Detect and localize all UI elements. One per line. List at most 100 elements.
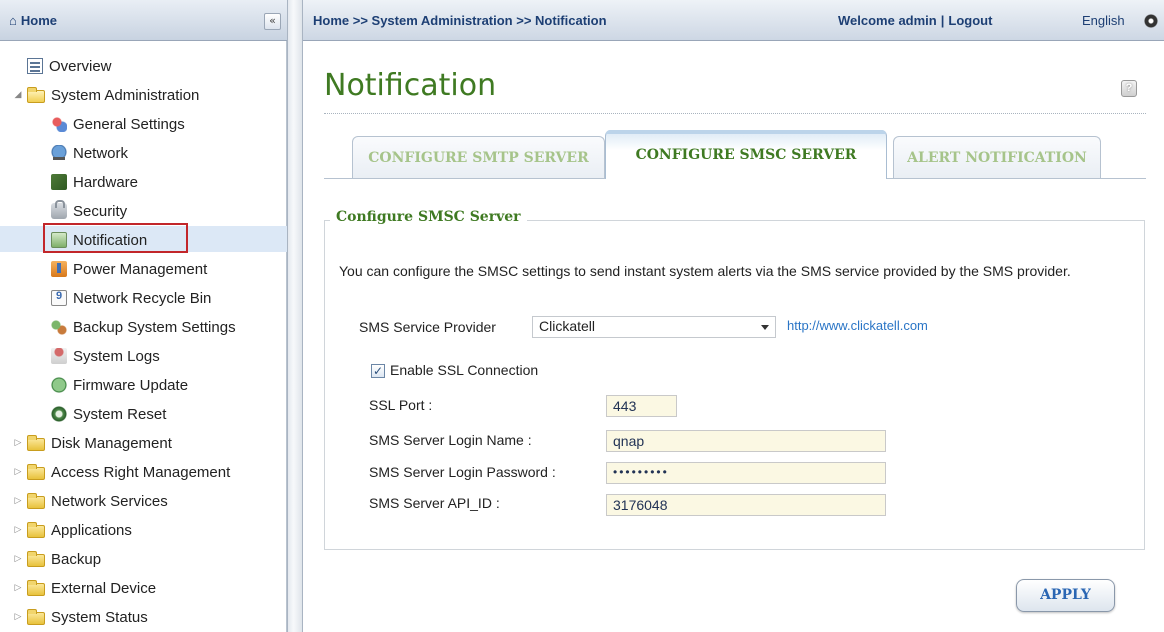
provider-selected-value: Clickatell — [539, 318, 596, 334]
folder-icon — [27, 521, 45, 538]
sidebar-item-system-administration[interactable]: System Administration — [27, 82, 199, 108]
sidebar-item-system-reset[interactable]: System Reset — [51, 401, 166, 427]
expand-arrow-icon[interactable]: ▷ — [13, 438, 23, 448]
form-description: You can configure the SMSC settings to s… — [339, 263, 1071, 279]
sidebar-header: ⌂ Home « — [0, 0, 287, 41]
sidebar-item-label: Applications — [51, 521, 132, 539]
sidebar-item-backup-system-settings[interactable]: Backup System Settings — [51, 314, 236, 340]
language-selector[interactable]: English — [1082, 13, 1125, 28]
expand-arrow-icon[interactable]: ▷ — [13, 525, 23, 535]
sidebar-item-network-recycle-bin[interactable]: Network Recycle Bin — [51, 285, 211, 311]
sidebar-item-label: Disk Management — [51, 434, 172, 452]
logout-link[interactable]: Logout — [948, 13, 992, 28]
sidebar-home-title[interactable]: ⌂ Home — [9, 13, 57, 28]
tab-baseline — [324, 178, 605, 179]
tab-configure-smtp-server[interactable]: CONFIGURE SMTP SERVER — [352, 136, 605, 179]
sidebar-item-label: System Status — [51, 608, 148, 626]
sidebar-item-security[interactable]: Security — [51, 198, 127, 224]
sidebar-item-label: Network Services — [51, 492, 168, 510]
sidebar-item-applications[interactable]: Applications — [27, 517, 132, 543]
sidebar-item-label: Access Right Management — [51, 463, 231, 481]
login-name-field[interactable]: qnap — [606, 430, 886, 452]
sidebar-item-label: General Settings — [73, 115, 185, 133]
folder-icon — [27, 550, 45, 567]
sidebar-item-hardware[interactable]: Hardware — [51, 169, 138, 195]
separator: | — [940, 13, 945, 28]
sidebar-item-overview[interactable]: Overview — [27, 53, 112, 79]
sidebar-item-label: Network — [73, 144, 129, 162]
ssl-port-field[interactable]: 443 — [606, 395, 677, 417]
sidebar-item-system-status[interactable]: System Status — [27, 604, 148, 630]
sidebar-item-label: Hardware — [73, 173, 139, 191]
sidebar-item-label: Overview — [49, 57, 112, 75]
sidebar-item-power-management[interactable]: Power Management — [51, 256, 207, 282]
sidebar: ⌂ Home « Overview ◢ System Administratio… — [0, 0, 287, 632]
reset-icon — [51, 406, 67, 422]
welcome-area: Welcome admin | Logout — [838, 13, 992, 28]
sidebar-item-label: Network Recycle Bin — [73, 289, 212, 307]
sidebar-item-network-services[interactable]: Network Services — [27, 488, 168, 514]
chevron-down-icon — [761, 325, 769, 330]
sidebar-item-label: Security — [73, 202, 128, 220]
provider-link[interactable]: http://www.clickatell.com — [787, 318, 928, 333]
api-id-field[interactable]: 3176048 — [606, 494, 886, 516]
apply-button[interactable]: APPLY — [1016, 579, 1115, 612]
api-id-label: SMS Server API_ID : — [369, 495, 500, 511]
expand-arrow-icon[interactable]: ▷ — [13, 612, 23, 622]
ssl-checkbox-label[interactable]: Enable SSL Connection — [390, 362, 538, 378]
sidebar-item-firmware-update[interactable]: Firmware Update — [51, 372, 188, 398]
notification-highlight-box — [43, 223, 188, 253]
tab-configure-smsc-server[interactable]: CONFIGURE SMSC SERVER — [605, 130, 887, 179]
general-settings-icon — [51, 116, 67, 132]
sidebar-item-system-logs[interactable]: System Logs — [51, 343, 160, 369]
hardware-icon — [51, 174, 67, 190]
folder-open-icon — [27, 86, 45, 103]
expand-arrow-icon[interactable]: ▷ — [13, 554, 23, 564]
expand-arrow-icon[interactable]: ▷ — [13, 496, 23, 506]
sidebar-item-general-settings[interactable]: General Settings — [51, 111, 185, 137]
power-icon — [51, 261, 67, 277]
sidebar-item-label: Backup — [51, 550, 102, 568]
sidebar-item-disk-management[interactable]: Disk Management — [27, 430, 172, 456]
sidebar-item-label: External Device — [51, 579, 157, 597]
sidebar-item-backup[interactable]: Backup — [27, 546, 101, 572]
sidebar-item-label: System Reset — [73, 405, 167, 423]
expand-arrow-icon[interactable]: ▷ — [13, 467, 23, 477]
panel-splitter[interactable] — [287, 0, 303, 632]
ssl-port-label: SSL Port : — [369, 397, 433, 413]
sms-provider-select[interactable]: Clickatell — [532, 316, 776, 338]
language-dropdown-icon[interactable] — [1144, 14, 1158, 28]
backup-settings-icon — [51, 319, 67, 335]
lock-icon — [51, 200, 67, 219]
enable-ssl-checkbox[interactable]: ✓ — [371, 364, 385, 378]
collapse-sidebar-button[interactable]: « — [264, 13, 281, 30]
sidebar-item-label: Backup System Settings — [73, 318, 236, 336]
sidebar-title-label: Home — [20, 13, 57, 28]
expand-arrow-icon[interactable]: ◢ — [13, 90, 23, 100]
top-bar: Home >> System Administration >> Notific… — [303, 0, 1164, 41]
help-icon[interactable]: ? — [1121, 80, 1137, 97]
folder-icon — [27, 608, 45, 625]
sidebar-item-label: Firmware Update — [73, 376, 189, 394]
network-icon — [51, 145, 67, 161]
tab-alert-notification[interactable]: ALERT NOTIFICATION — [893, 136, 1101, 179]
sidebar-item-access-right-management[interactable]: Access Right Management — [27, 459, 230, 485]
sidebar-item-external-device[interactable]: External Device — [27, 575, 156, 601]
login-password-label: SMS Server Login Password : — [369, 464, 556, 480]
breadcrumb: Home >> System Administration >> Notific… — [313, 13, 607, 28]
login-name-label: SMS Server Login Name : — [369, 432, 532, 448]
sidebar-item-label: System Logs — [73, 347, 160, 365]
folder-icon — [27, 434, 45, 451]
sidebar-item-network[interactable]: Network — [51, 140, 128, 166]
title-divider — [324, 113, 1146, 114]
login-password-field[interactable]: ••••••••• — [606, 462, 886, 484]
expand-arrow-icon[interactable]: ▷ — [13, 583, 23, 593]
folder-icon — [27, 579, 45, 596]
home-icon: ⌂ — [9, 13, 17, 28]
firmware-icon — [51, 377, 67, 393]
folder-icon — [27, 492, 45, 509]
fieldset-legend: Configure SMSC Server — [330, 209, 527, 225]
tab-baseline — [887, 178, 1146, 179]
recycle-bin-icon — [51, 290, 67, 306]
welcome-text: Welcome admin — [838, 13, 937, 28]
